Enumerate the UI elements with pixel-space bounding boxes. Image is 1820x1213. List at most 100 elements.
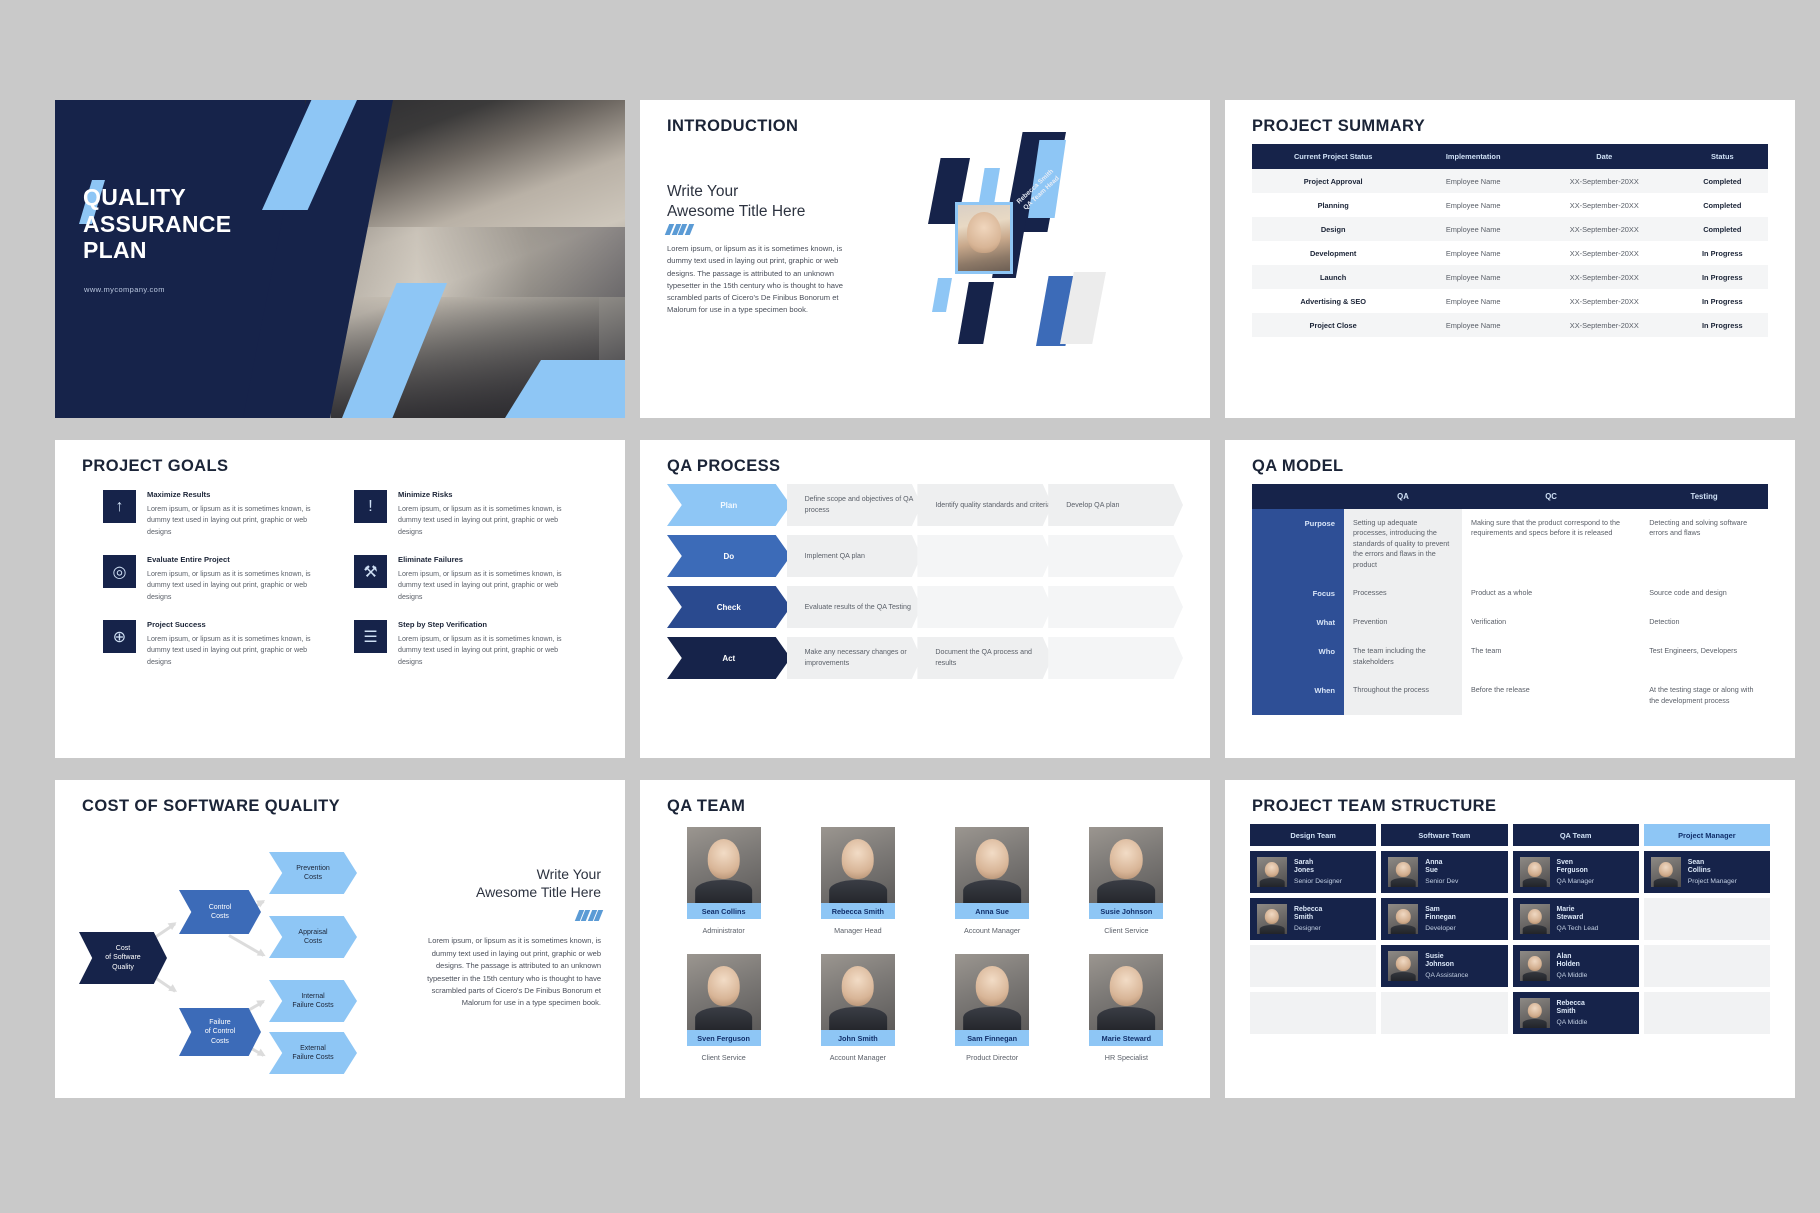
node-external-failure-costs[interactable]: External Failure Costs: [269, 1032, 357, 1074]
page-title: QA MODEL: [1252, 457, 1344, 475]
alert-circle-icon: !: [354, 490, 392, 528]
team-member-card[interactable]: Sam Finnegan Product Director: [929, 954, 1056, 1062]
goal-title: Evaluate Entire Project: [147, 555, 230, 565]
goal-item[interactable]: ! Minimize Risks Lorem ipsum, or lipsum as…: [354, 490, 583, 538]
cell-date: XX-September-20XX: [1531, 217, 1677, 241]
process-detail-3: Develop QA plan: [1048, 484, 1183, 526]
team-column-title: Software Team: [1381, 824, 1508, 846]
cell-status: Completed: [1676, 217, 1768, 241]
avatar: [955, 827, 1035, 908]
node-prevention-costs[interactable]: Prevention Costs: [269, 852, 357, 894]
org-member-name: Sven Ferguson: [1556, 858, 1588, 874]
avatar: [1519, 998, 1550, 1028]
org-member-name: Sarah Jones: [1294, 858, 1314, 874]
org-member-cell[interactable]: Sarah Jones Senior Designer: [1250, 851, 1377, 893]
cell-qa: The team including the stakeholders: [1344, 637, 1462, 677]
node-internal-line-2: Failure Costs: [292, 1002, 334, 1009]
goal-item[interactable]: ⊕ Project Success Lorem ipsum, or lipsum a…: [103, 620, 332, 668]
slide-qa-team[interactable]: QA TEAM Sean Collins Administrator Rebecca…: [640, 780, 1210, 1098]
slide-qa-process[interactable]: QA PROCESS Plan Define scope and objectiv…: [640, 440, 1210, 758]
team-member-card[interactable]: Susie Johnson Client Service: [1063, 827, 1190, 935]
org-member-role: Designer: [1294, 925, 1321, 933]
org-member-name: Alan Holden: [1556, 952, 1580, 968]
slide-project-goals[interactable]: PROJECT GOALS ↑ Maximize Results Lorem ips…: [55, 440, 625, 758]
org-member-cell[interactable]: Rebecca Smith QA Middle: [1512, 992, 1639, 1034]
goal-item[interactable]: ◎ Evaluate Entire Project Lorem ipsum, or …: [103, 555, 332, 603]
org-member-cell[interactable]: Sean Collins Project Manager: [1643, 851, 1770, 893]
org-member-role: QA Tech Lead: [1556, 925, 1599, 933]
table-row: What Prevention Verification Detection: [1252, 608, 1768, 638]
slide-deck: QUALITY ASSURANCE PLAN www.mycompany.com…: [55, 100, 1795, 1098]
node-root-line-3: Quality: [112, 963, 134, 971]
squiggle-divider-icon: [664, 222, 694, 240]
slide-qa-model[interactable]: QA MODEL QA QC Testing Purpose Setting up…: [1225, 440, 1795, 758]
column-header-date: Date: [1531, 144, 1677, 169]
org-empty-cell: [1250, 992, 1377, 1034]
cell-date: XX-September-20XX: [1569, 296, 1639, 306]
column-header-testing: Testing: [1640, 484, 1768, 509]
org-member-role: Project Manager: [1687, 878, 1737, 886]
team-structure-grid: Design Team Sarah Jones Senior Designer Rebe…: [1250, 824, 1770, 1034]
avatar: [1257, 857, 1287, 887]
team-member-card[interactable]: Marie Steward HR Specialist: [1063, 954, 1190, 1062]
cell-implementation: Employee Name: [1445, 248, 1501, 258]
cell-testing: Test Engineers, Developers: [1649, 646, 1738, 656]
org-member-cell[interactable]: Marie Steward QA Tech Lead: [1512, 898, 1639, 940]
node-internal-failure-costs[interactable]: Internal Failure Costs: [269, 980, 357, 1022]
goal-item[interactable]: ⚒ Eliminate Failures Lorem ipsum, or lipsu…: [354, 555, 583, 603]
node-cost-of-software-quality[interactable]: Cost of Software Quality: [79, 932, 167, 984]
row-header: When: [1252, 676, 1344, 715]
org-member-cell[interactable]: Sven Ferguson QA Manager: [1512, 851, 1639, 893]
org-member-name: Sean Collins: [1687, 858, 1711, 874]
process-step-row[interactable]: Plan Define scope and objectives of QA pr…: [667, 484, 1183, 526]
team-member-card[interactable]: John Smith Account Manager: [794, 954, 921, 1062]
team-member-role: Client Service: [1104, 926, 1149, 935]
process-step-row[interactable]: Do Implement QA plan: [667, 535, 1183, 577]
cover-title-line-2: ASSURANCE: [83, 210, 232, 237]
org-member-name: Anna Sue: [1425, 858, 1443, 874]
org-member-role: Senior Dev: [1425, 878, 1459, 886]
slide-team-structure[interactable]: PROJECT TEAM STRUCTURE Design Team Sarah J…: [1225, 780, 1795, 1098]
org-member-cell[interactable]: Rebecca Smith Designer: [1250, 898, 1377, 940]
cost-headline-line-2: Awesome Title Here: [475, 883, 601, 900]
org-member-cell[interactable]: Susie Johnson QA Assistance: [1381, 945, 1508, 987]
process-detail-3: [1048, 535, 1183, 577]
org-member-cell[interactable]: Alan Holden QA Middle: [1512, 945, 1639, 987]
process-step-row[interactable]: Check Evaluate results of the QA Testing: [667, 586, 1183, 628]
team-member-card[interactable]: Sven Ferguson Client Service: [660, 954, 787, 1062]
cell-date: XX-September-20XX: [1569, 248, 1639, 258]
process-step-label: Check: [667, 586, 791, 628]
team-member-card[interactable]: Rebecca Smith Manager Head: [794, 827, 921, 935]
node-control-line-2: Costs: [211, 913, 229, 920]
cost-body-text: Lorem ipsum, or lipsum as it is sometime…: [427, 936, 601, 1008]
page-title: COST OF SOFTWARE QUALITY: [82, 797, 341, 815]
team-member-card[interactable]: Sean Collins Administrator: [660, 827, 787, 935]
intro-portrait-photo: [955, 202, 1013, 274]
org-member-cell[interactable]: Sam Finnegan Developer: [1381, 898, 1508, 940]
node-failure-of-control-costs[interactable]: Failure of Control Costs: [179, 1008, 261, 1056]
cost-headline-line-1: Write Your: [536, 866, 601, 882]
node-appraisal-costs[interactable]: Appraisal Costs: [269, 916, 357, 958]
table-row: Advertising & SEO Employee Name XX-Septemb…: [1252, 289, 1768, 313]
goal-item[interactable]: ↑ Maximize Results Lorem ipsum, or lipsum …: [103, 490, 332, 538]
goal-item[interactable]: ☰ Step by Step Verification Lorem ipsum, o…: [354, 620, 583, 668]
cell-implementation: Employee Name: [1414, 169, 1532, 193]
goal-title: Eliminate Failures: [398, 555, 463, 565]
slide-cover[interactable]: QUALITY ASSURANCE PLAN www.mycompany.com: [55, 100, 625, 418]
process-step-row[interactable]: Act Make any necessary changes or improve…: [667, 637, 1183, 679]
org-member-cell[interactable]: Anna Sue Senior Dev: [1381, 851, 1508, 893]
cell-implementation: Employee Name: [1414, 265, 1532, 289]
node-failure-line-1: Failure: [209, 1018, 231, 1026]
project-summary-table: Current Project Status Implementation Da…: [1252, 144, 1768, 337]
org-empty-cell: [1643, 898, 1770, 940]
cell-testing: Source code and design: [1649, 588, 1727, 598]
team-member-card[interactable]: Anna Sue Account Manager: [929, 827, 1056, 935]
connector-control-appr: [228, 934, 265, 957]
slide-project-summary[interactable]: PROJECT SUMMARY Current Project Status I…: [1225, 100, 1795, 418]
node-failure-line-2: of Control: [204, 1028, 236, 1036]
node-control-costs[interactable]: Control Costs: [179, 890, 261, 934]
slide-cost-of-quality[interactable]: COST OF SOFTWARE QUALITY Cost of Softwar…: [55, 780, 625, 1098]
cover-website-url[interactable]: www.mycompany.com: [84, 285, 165, 294]
slide-introduction[interactable]: INTRODUCTION Write Your Awesome Title He…: [640, 100, 1210, 418]
avatar: [1519, 857, 1550, 887]
